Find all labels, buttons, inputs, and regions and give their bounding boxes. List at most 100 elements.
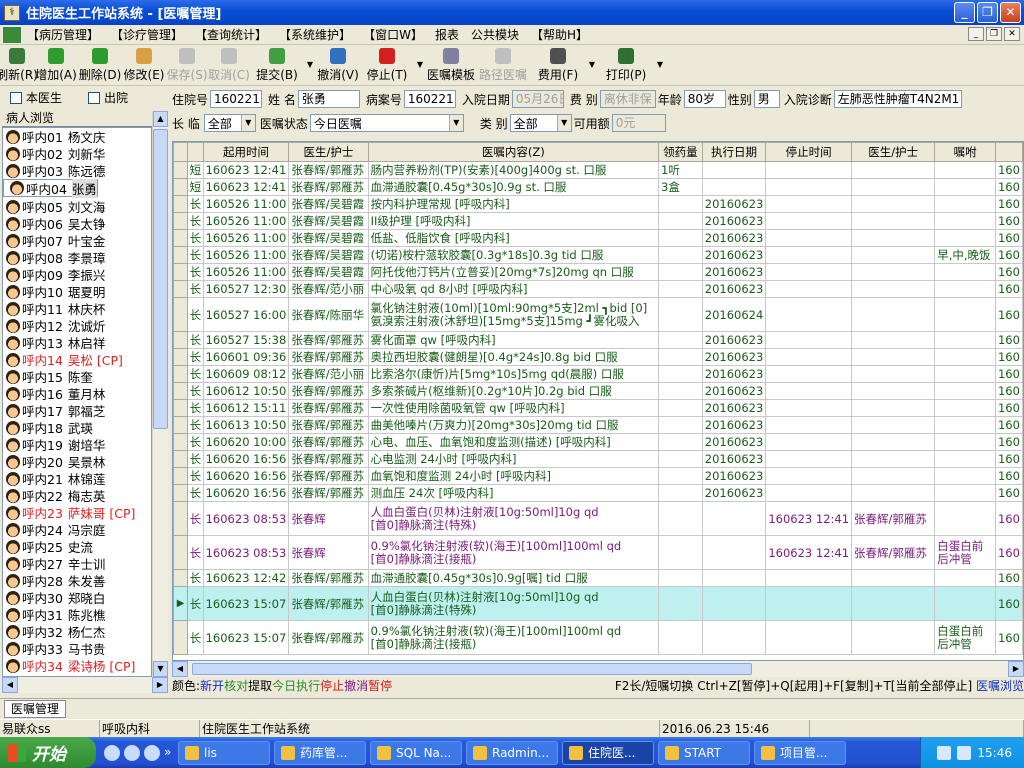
column-header[interactable]: 医生/护士: [851, 142, 936, 162]
patient-item[interactable]: 呼内17 郭福芝: [3, 402, 151, 419]
record-no-field[interactable]: 1602211: [403, 90, 456, 108]
menu-item[interactable]: 【病历管理】: [21, 26, 105, 43]
order-row[interactable]: 长 160612 15:11 张春辉/郭雁苏 一次性使用除菌吸氧管 qw [呼吸内科]…: [173, 399, 1023, 417]
column-header[interactable]: [994, 142, 1023, 162]
patient-item[interactable]: 呼内01 杨文庆: [3, 128, 151, 145]
refresh-button[interactable]: 刷新(R): [0, 46, 38, 86]
row-indicator[interactable]: [173, 365, 189, 383]
discharged-checkbox[interactable]: 出院: [88, 89, 128, 106]
menu-item[interactable]: 【系统维护】: [273, 26, 357, 43]
print-button[interactable]: 打印(P): [598, 46, 654, 86]
patient-item[interactable]: 呼内24 冯宗庭: [3, 521, 151, 538]
row-indicator[interactable]: ▶: [173, 586, 189, 621]
row-indicator[interactable]: [173, 246, 189, 264]
row-indicator[interactable]: [173, 501, 189, 536]
row-indicator[interactable]: [173, 297, 189, 332]
order-row[interactable]: 长 160620 16:56 张春辉/郭雁苏 测血压 24次 [呼吸内科] 201606…: [173, 484, 1023, 502]
maximize-button[interactable]: ❐: [977, 2, 998, 23]
mdi-minimize-button[interactable]: _: [968, 27, 984, 41]
delete-button[interactable]: 删除(D): [78, 46, 122, 86]
tab-order-management[interactable]: 医嘱管理: [4, 700, 67, 718]
order-row[interactable]: 长 160620 10:00 张春辉/郭雁苏 心电、血压、血氧饱和度监测(描述) [呼…: [173, 433, 1023, 451]
row-indicator[interactable]: [173, 348, 189, 366]
browser-icon[interactable]: [124, 744, 140, 761]
taskbar-item[interactable]: 住院医...: [562, 740, 654, 765]
patient-item[interactable]: 呼内05 刘文海: [3, 198, 151, 215]
patient-item[interactable]: 呼内03 陈远德: [3, 162, 151, 179]
row-indicator[interactable]: [173, 382, 189, 400]
row-indicator[interactable]: [173, 212, 189, 230]
taskbar-item[interactable]: START: [658, 740, 750, 765]
edit-button[interactable]: 修改(E): [122, 46, 166, 86]
patient-item[interactable]: 呼内04 张勇: [3, 178, 98, 198]
mdi-close-button[interactable]: ✕: [1004, 27, 1020, 41]
template-button[interactable]: 医嘱模板: [426, 46, 476, 86]
patient-item[interactable]: 呼内07 叶宝金: [3, 232, 151, 249]
taskbar-item[interactable]: 药库管...: [274, 740, 366, 765]
row-indicator[interactable]: [173, 484, 189, 502]
row-indicator[interactable]: [173, 450, 189, 468]
orders-grid-hscroll[interactable]: ◀ ▶: [172, 661, 1024, 677]
patient-item[interactable]: 呼内16 董月林: [3, 385, 151, 402]
order-row[interactable]: 长 160601 09:36 张春辉/郭雁苏 奥拉西坦胶囊(健朗星)[0.4g*24s…: [173, 348, 1023, 366]
patient-list-scrollbar[interactable]: ▲ ▼: [152, 111, 168, 677]
row-indicator[interactable]: [173, 161, 189, 179]
order-status-select[interactable]: 今日医嘱 ▼: [309, 114, 464, 132]
long-temp-select[interactable]: 全部 ▼: [203, 114, 256, 132]
fee-button[interactable]: 费用(F): [530, 46, 586, 86]
taskbar-item[interactable]: SQL Na...: [370, 740, 462, 765]
patient-item[interactable]: 呼内11 林庆杯: [3, 300, 151, 317]
patient-item[interactable]: 呼内06 吴太铮: [3, 215, 151, 232]
order-row[interactable]: ▶ 长 160623 15:07 张春辉/郭雁苏 人血白蛋白(贝林)注射液[10g:50…: [173, 586, 1023, 621]
desktop-icon[interactable]: [144, 744, 160, 761]
order-row[interactable]: 长 160623 08:53 张春辉 0.9%氯化钠注射液(软)(海王)[100ml]…: [173, 535, 1023, 570]
row-indicator[interactable]: [173, 280, 189, 298]
patient-item[interactable]: 呼内22 梅志英: [3, 487, 151, 504]
order-row[interactable]: 长 160526 11:00 张春辉/吴碧霞 阿托伐他汀钙片(立普妥)[20mg*7s…: [173, 263, 1023, 281]
order-row[interactable]: 长 160527 16:00 张春辉/陈丽华 氯化钠注射液(10ml)[10ml:90…: [173, 297, 1023, 332]
sex-field[interactable]: 男: [753, 90, 780, 108]
order-browse-link[interactable]: 医嘱浏览: [976, 679, 1024, 693]
mdi-restore-button[interactable]: ❐: [986, 27, 1002, 41]
patient-item[interactable]: 呼内25 史流: [3, 538, 151, 555]
row-indicator[interactable]: [173, 229, 189, 247]
patient-item[interactable]: 呼内27 辛士训: [3, 555, 151, 572]
patient-item[interactable]: 呼内31 陈兆樵: [3, 606, 151, 623]
column-header[interactable]: 医嘱内容(Z): [367, 142, 660, 162]
column-header[interactable]: 停止时间: [765, 142, 853, 162]
patient-item[interactable]: 呼内32 杨仁杰: [3, 623, 151, 640]
diagnosis-field[interactable]: 左肺恶性肿瘤T4N2M1 IV: [833, 90, 962, 108]
dropdown-arrow-icon[interactable]: ▼: [654, 46, 666, 86]
patient-item[interactable]: 呼内15 陈奎: [3, 368, 151, 385]
row-indicator[interactable]: [173, 178, 189, 196]
row-indicator[interactable]: [173, 331, 189, 349]
column-header[interactable]: 嘱咐: [934, 142, 996, 162]
patient-item[interactable]: 呼内12 沈诚炘: [3, 317, 151, 334]
patient-item[interactable]: 呼内19 谢培华: [3, 436, 151, 453]
patient-item[interactable]: 呼内33 马书贵: [3, 640, 151, 657]
admission-no-field[interactable]: 1602211: [210, 90, 263, 108]
menu-item[interactable]: 【诊疗管理】: [105, 26, 189, 43]
category-select[interactable]: 全部 ▼: [509, 114, 572, 132]
name-field[interactable]: 张勇: [297, 90, 360, 108]
order-row[interactable]: 长 160620 16:56 张春辉/郭雁苏 心电监测 24小时 [呼吸内科] 2016…: [173, 450, 1023, 468]
patient-item[interactable]: 呼内13 林启祥: [3, 334, 151, 351]
column-header[interactable]: 医生/护士: [288, 142, 369, 162]
patient-list-hscroll[interactable]: ◀ ▶: [2, 677, 168, 693]
patient-item[interactable]: 呼内28 朱发善: [3, 572, 151, 589]
fee-type-field[interactable]: 离休非保: [599, 90, 656, 108]
add-button[interactable]: 增加(A): [34, 46, 78, 86]
order-row[interactable]: 长 160623 15:07 张春辉/郭雁苏 0.9%氯化钠注射液(软)(海王)[10…: [173, 620, 1023, 655]
patient-item[interactable]: 呼内09 李振兴: [3, 266, 151, 283]
age-field[interactable]: 80岁: [683, 90, 726, 108]
order-row[interactable]: 长 160620 16:56 张春辉/郭雁苏 血氧饱和度监测 24小时 [呼吸内科] 2…: [173, 467, 1023, 485]
patient-item[interactable]: 呼内34 梁诗杨 [CP]: [3, 657, 151, 674]
admit-date-field[interactable]: 05月26日: [511, 90, 564, 108]
row-indicator[interactable]: [173, 467, 189, 485]
taskbar-item[interactable]: Radmin...: [466, 740, 558, 765]
patient-item[interactable]: 呼内14 吴松 [CP]: [3, 351, 151, 368]
order-row[interactable]: 长 160527 15:38 张春辉/郭雁苏 雾化面罩 qw [呼吸内科] 201606…: [173, 331, 1023, 349]
row-indicator[interactable]: [173, 399, 189, 417]
row-indicator[interactable]: [173, 433, 189, 451]
ie-icon[interactable]: [104, 744, 120, 761]
